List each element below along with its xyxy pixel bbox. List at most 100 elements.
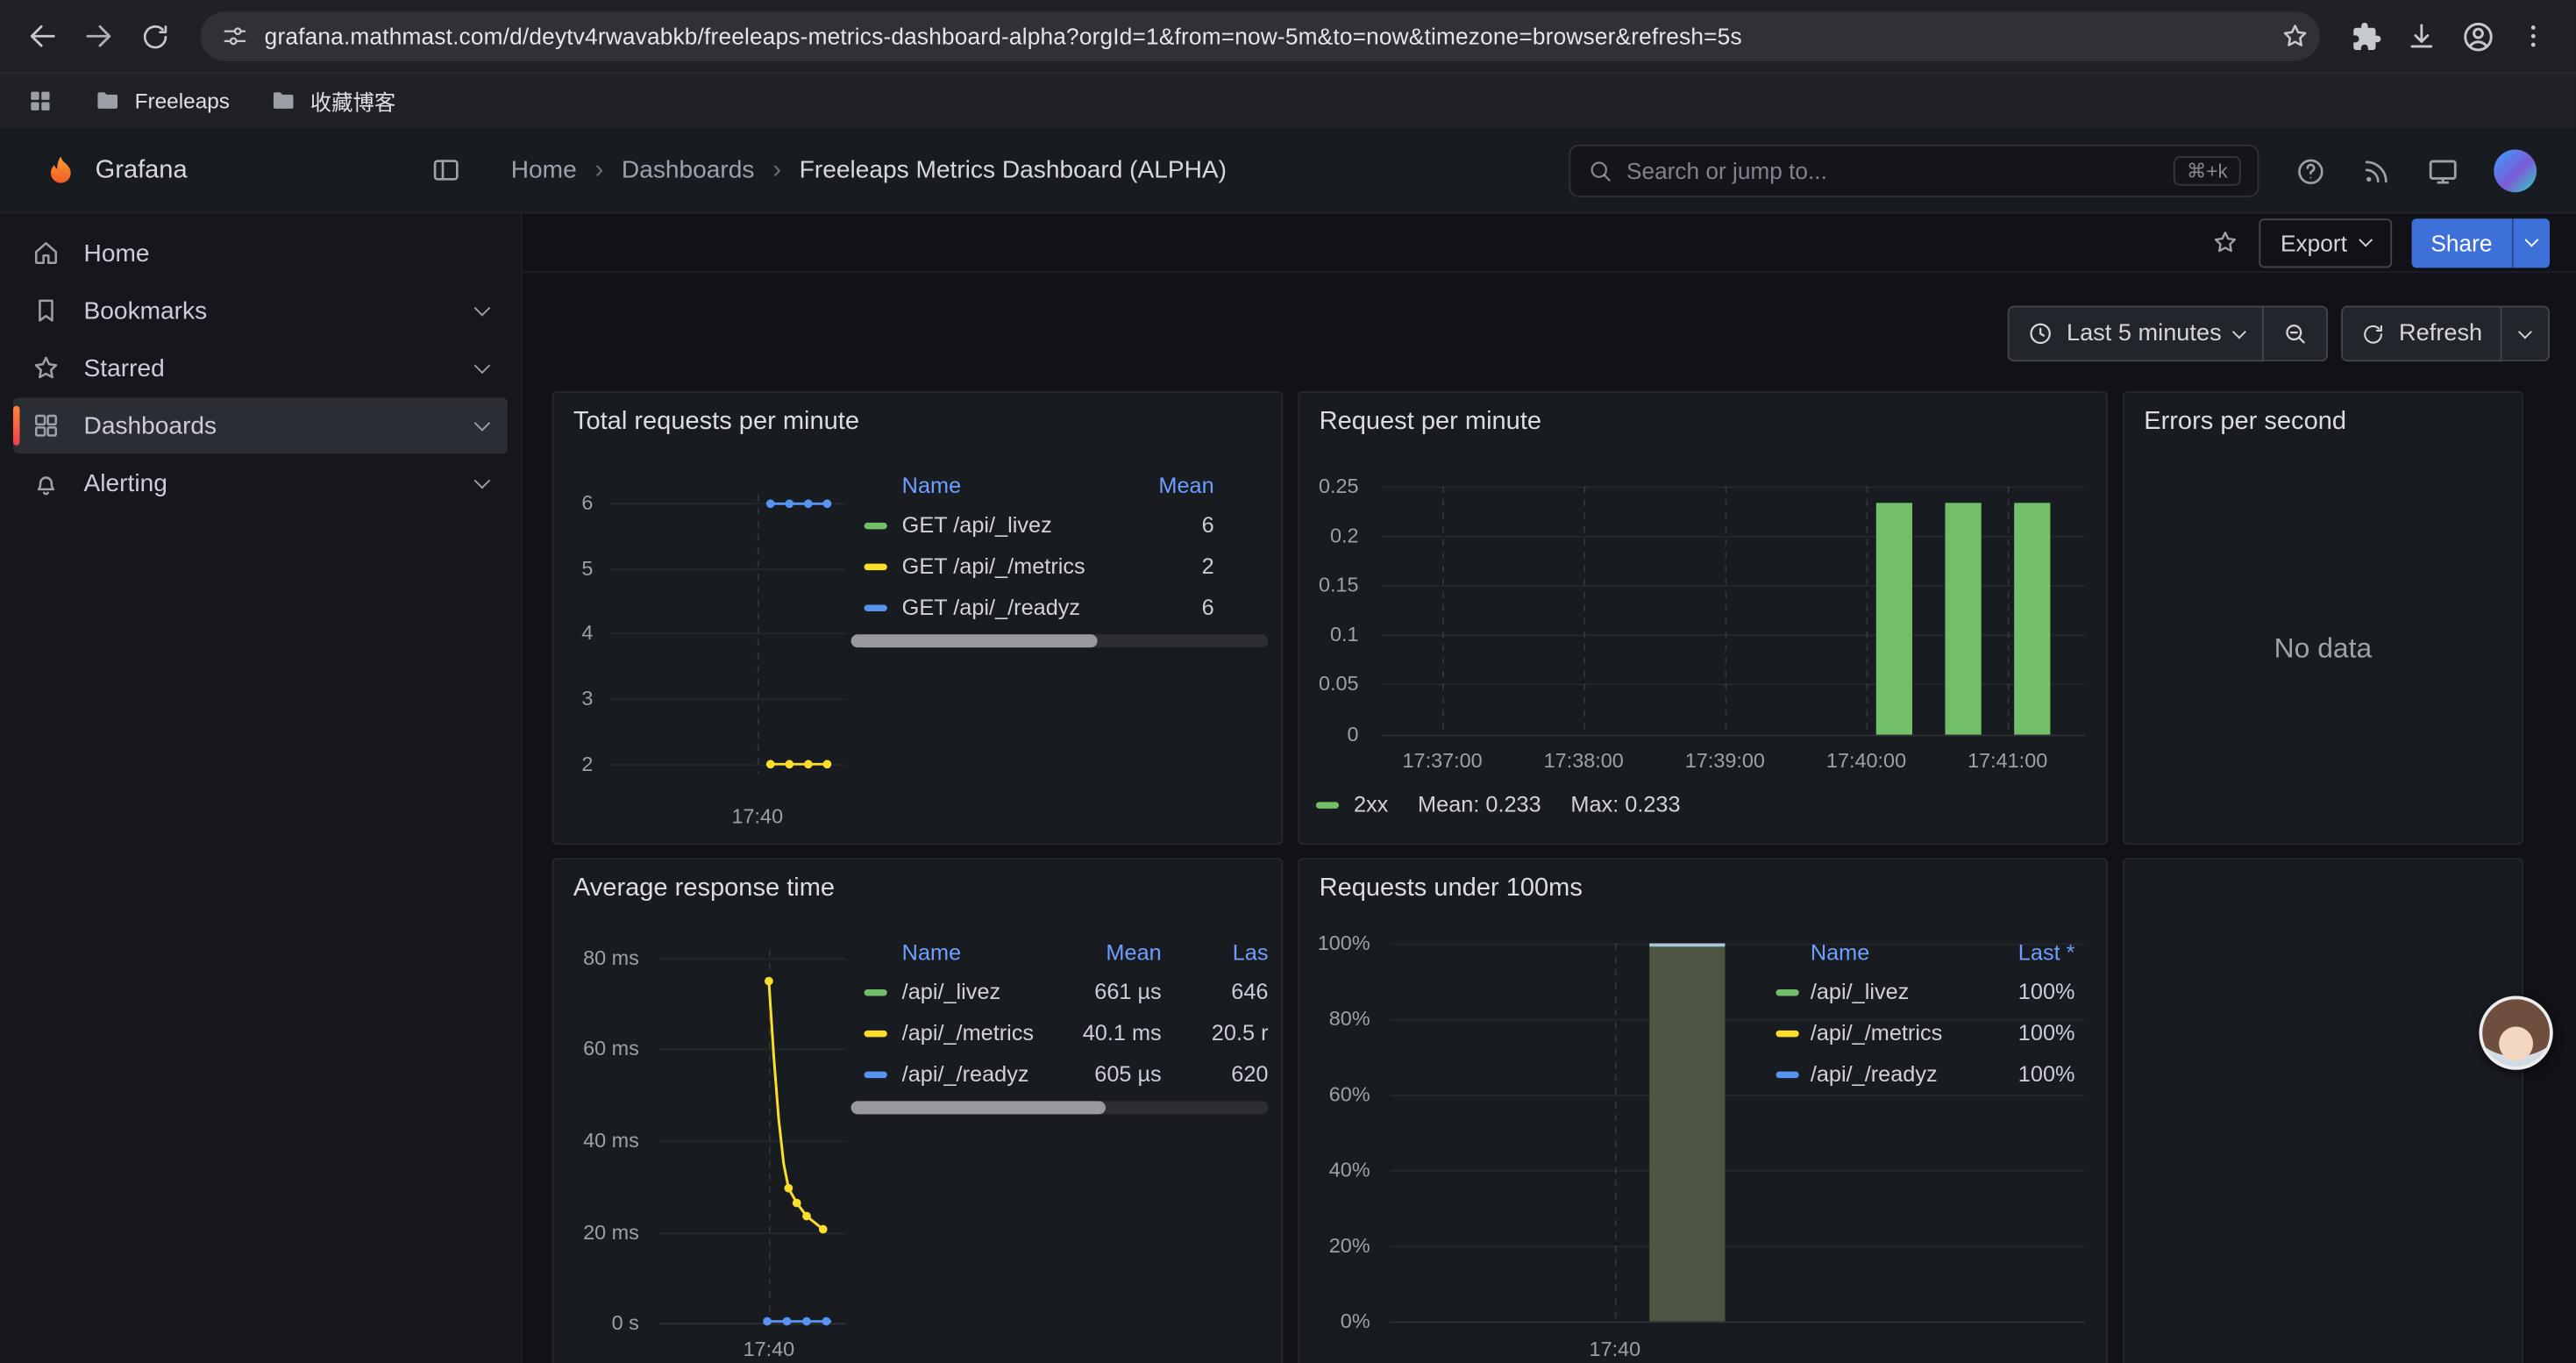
refresh-interval-picker[interactable]	[2502, 306, 2550, 362]
browser-toolbar: grafana.mathmast.com/d/deytv4rwavabkb/fr…	[0, 0, 2576, 72]
y-axis-label: 0%	[1307, 1308, 1370, 1334]
panel-title[interactable]: Request per minute	[1299, 393, 2106, 438]
sidebar-item-alerting[interactable]: Alerting	[13, 455, 508, 511]
y-axis-label: 0	[1309, 722, 1358, 748]
bar-under-100ms	[1649, 944, 1725, 1322]
legend-max: Max: 0.233	[1570, 792, 1680, 817]
panel-title[interactable]: Errors per second	[2124, 393, 2522, 438]
sidebar-item-home[interactable]: Home	[13, 225, 508, 282]
brand-label: Grafana	[96, 155, 188, 185]
y-axis-label: 0.15	[1309, 572, 1358, 598]
x-axis-label: 17:37:00	[1390, 748, 1495, 774]
back-icon[interactable]	[17, 10, 69, 62]
panel-average-response-time: Average response time 80 ms 60 ms 40 ms …	[552, 858, 1284, 1363]
dock-menu-icon[interactable]	[431, 154, 462, 186]
grafana-header: Grafana Home Dashboards Freeleaps Metric…	[0, 128, 2576, 213]
bookmark-freeleaps[interactable]: Freeleaps	[94, 87, 230, 115]
time-controls: Last 5 minutes Refresh	[2008, 306, 2551, 362]
chevron-down-icon	[2359, 233, 2373, 247]
breadcrumb-separator	[772, 155, 781, 185]
sidebar-item-dashboards[interactable]: Dashboards	[13, 397, 508, 453]
url-text[interactable]: grafana.mathmast.com/d/deytv4rwavabkb/fr…	[265, 23, 2264, 49]
x-axis-label: 17:40	[720, 1336, 818, 1362]
legend-col-mean[interactable]: Mean	[1066, 939, 1162, 964]
series-color	[865, 604, 887, 610]
favorite-star-icon[interactable]	[2211, 228, 2239, 256]
search-icon	[1587, 158, 1613, 184]
breadcrumb-separator	[594, 155, 603, 185]
search-input[interactable]	[1626, 158, 2160, 184]
x-axis-label: 17:40:00	[1814, 748, 1919, 774]
legend-row[interactable]: /api/_/metrics 40.1 ms 20.5 r	[851, 1012, 1269, 1053]
x-axis-label: 17:41:00	[1955, 748, 2060, 774]
downloads-icon[interactable]	[2395, 10, 2448, 62]
legend-row[interactable]: /api/_livez 100%	[1763, 971, 2075, 1012]
legend-col-mean[interactable]: Mean	[1132, 473, 1214, 497]
panel-legend: Name Mean Las /api/_livez 661 µs 646 /ap…	[851, 931, 1269, 1094]
bookmark-star-icon[interactable]	[2281, 21, 2310, 51]
legend-col-name[interactable]: Name	[902, 473, 1132, 497]
sidebar-item-bookmarks[interactable]: Bookmarks	[13, 282, 508, 339]
url-bar[interactable]: grafana.mathmast.com/d/deytv4rwavabkb/fr…	[201, 11, 2320, 61]
legend-col-name[interactable]: Name	[1811, 939, 1976, 964]
y-axis-label: 40%	[1307, 1157, 1370, 1183]
chevron-down-icon[interactable]	[474, 358, 491, 375]
legend-row[interactable]: /api/_/readyz 100%	[1763, 1053, 2075, 1095]
user-avatar[interactable]	[2494, 150, 2537, 193]
chevron-down-icon[interactable]	[474, 473, 491, 489]
y-axis-label: 80%	[1307, 1006, 1370, 1032]
search-box[interactable]: ⌘+k	[1569, 145, 2259, 197]
help-icon[interactable]	[2295, 155, 2327, 187]
panel-legend: 2xx Mean: 0.233 Max: 0.233	[1316, 792, 1681, 817]
share-button[interactable]: Share	[2411, 218, 2550, 267]
series-color	[865, 988, 887, 995]
panel-request-per-minute: Request per minute 0.25 0.2 0.15 0.1 0.0…	[1298, 391, 2108, 845]
chevron-down-icon[interactable]	[474, 300, 491, 317]
site-settings-icon[interactable]	[222, 23, 248, 49]
legend-row[interactable]: /api/_livez 661 µs 646	[851, 971, 1269, 1012]
dashboards-grid-icon	[32, 410, 61, 440]
panel-title[interactable]: Requests under 100ms	[1299, 860, 2106, 904]
panel-errors-per-second: Errors per second No data	[2123, 391, 2523, 845]
legend-row[interactable]: /api/_/metrics 100%	[1763, 1012, 2075, 1053]
display-icon[interactable]	[2426, 154, 2459, 187]
series-color	[865, 1071, 887, 1077]
y-axis-label: 0.05	[1309, 670, 1358, 696]
refresh-button[interactable]: Refresh	[2341, 306, 2501, 362]
breadcrumb-home[interactable]: Home	[511, 156, 577, 184]
export-button[interactable]: Export	[2259, 218, 2392, 267]
reload-icon[interactable]	[128, 10, 181, 62]
screen: grafana.mathmast.com/d/deytv4rwavabkb/fr…	[0, 0, 2576, 1363]
panel-legend: Name Last * /api/_livez 100% /api/_/metr…	[1763, 931, 2085, 1094]
profile-icon[interactable]	[2451, 10, 2504, 62]
legend-scrollbar[interactable]	[851, 1101, 1269, 1114]
legend-col-name[interactable]: Name	[902, 939, 1066, 964]
legend-col-last[interactable]: Las	[1162, 939, 1269, 964]
forward-icon[interactable]	[72, 10, 125, 62]
bar-2xx	[1945, 503, 1981, 734]
share-menu-arrow[interactable]	[2512, 218, 2550, 267]
legend-row[interactable]: 2xx	[1316, 792, 1388, 817]
legend-row[interactable]: /api/_/readyz 605 µs 620	[851, 1053, 1269, 1095]
sidebar: Home Bookmarks Starred Dashboards Alerti…	[0, 214, 523, 1363]
panel-empty	[2123, 858, 2523, 1363]
chevron-down-icon[interactable]	[474, 415, 491, 432]
bookmark-blog[interactable]: 收藏博客	[269, 85, 395, 117]
sidebar-item-starred[interactable]: Starred	[13, 340, 508, 396]
assistant-avatar[interactable]	[2479, 995, 2552, 1069]
time-range-picker[interactable]: Last 5 minutes	[2008, 306, 2265, 362]
extensions-icon[interactable]	[2339, 10, 2392, 62]
x-axis-label: 17:39:00	[1672, 748, 1777, 774]
rss-icon[interactable]	[2361, 155, 2393, 187]
legend-row[interactable]: GET /api/_/readyz 6	[851, 587, 1269, 628]
apps-grid-icon[interactable]	[26, 87, 54, 115]
legend-scrollbar[interactable]	[851, 634, 1269, 647]
breadcrumb-dashboards[interactable]: Dashboards	[622, 156, 755, 184]
legend-col-last[interactable]: Last *	[1976, 939, 2074, 964]
legend-row[interactable]: GET /api/_livez 6	[851, 504, 1269, 546]
y-axis-label: 0.25	[1309, 474, 1358, 500]
zoom-out-button[interactable]	[2264, 306, 2328, 362]
legend-row[interactable]: GET /api/_/metrics 2	[851, 546, 1269, 587]
panel-requests-under-100ms: Requests under 100ms 100% 80% 60% 40% 20…	[1298, 858, 2108, 1363]
browser-menu-icon[interactable]	[2507, 10, 2559, 62]
